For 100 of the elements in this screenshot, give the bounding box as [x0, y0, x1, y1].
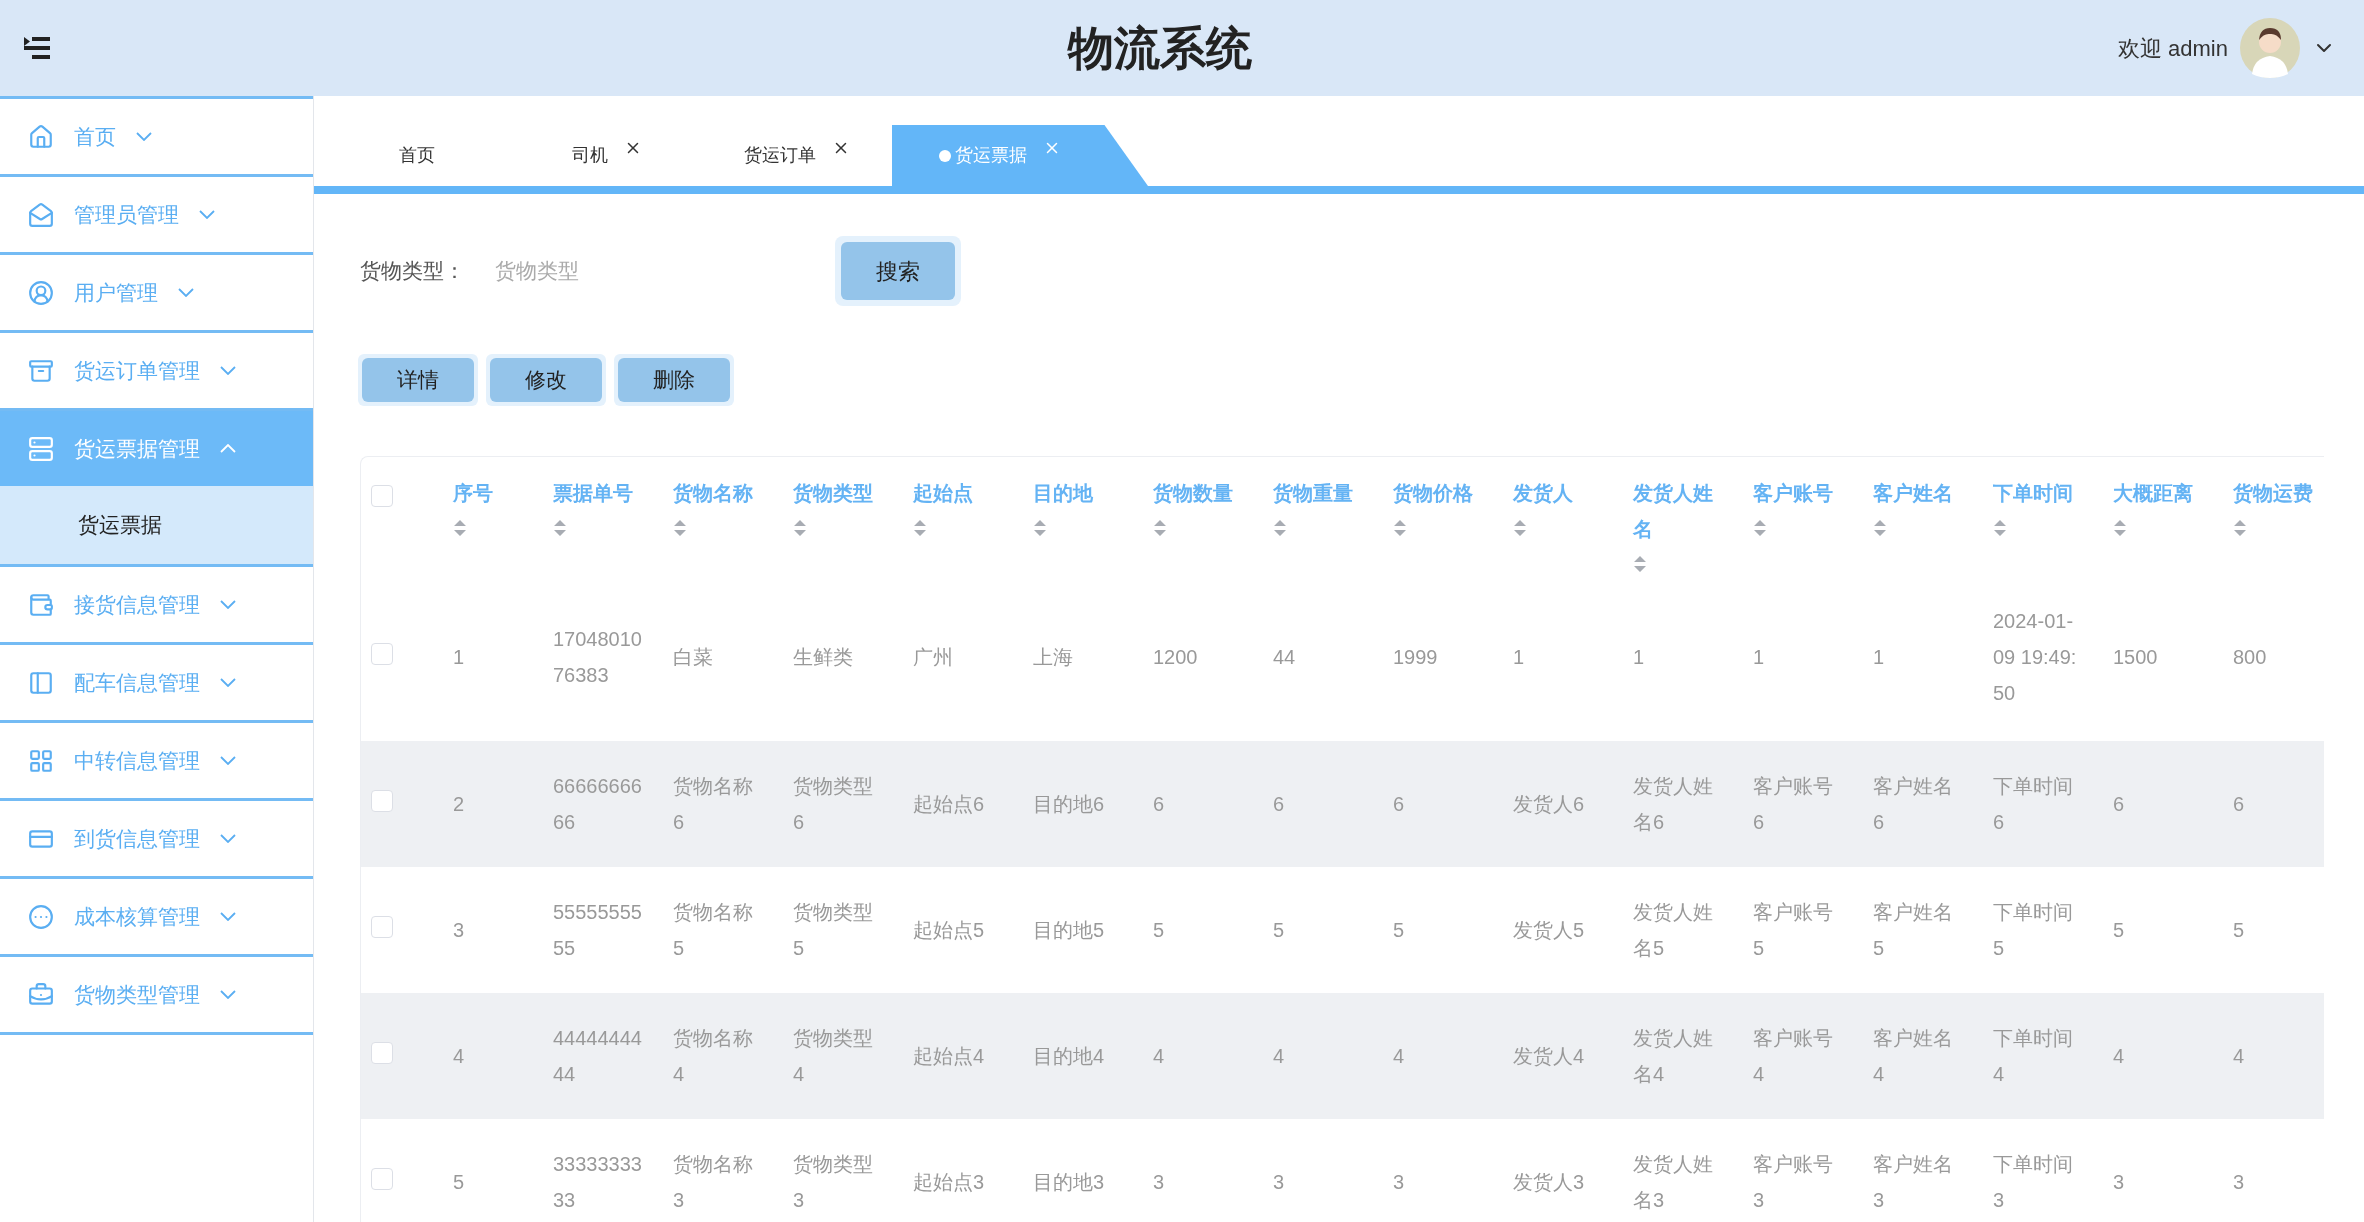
table-cell-text: 1	[453, 645, 466, 670]
column-header: 发货人	[1513, 481, 1573, 506]
table-cell-text: 下单时间3	[1993, 1152, 2074, 1213]
table-cell-text: 4	[1273, 1044, 1286, 1069]
sort-icon[interactable]	[1993, 519, 2007, 537]
table-cell-text: 客户姓名3	[1873, 1152, 1954, 1213]
sort-icon[interactable]	[1513, 519, 1527, 537]
welcome-text: 欢迎 admin	[2117, 34, 2228, 63]
table-cell-text: 6	[1153, 792, 1166, 817]
sort-icon[interactable]	[673, 519, 687, 537]
sort-icon[interactable]	[2233, 519, 2247, 537]
column-header: 下单时间	[1993, 481, 2073, 506]
tab[interactable]: 货运订单	[702, 125, 892, 186]
column-header: 客户姓名	[1873, 481, 1953, 506]
table-cell-text: 目的地3	[1033, 1170, 1106, 1195]
action-button[interactable]: 删除	[618, 358, 730, 402]
chevron-icon	[220, 756, 236, 765]
table-cell-text: 4	[2233, 1044, 2246, 1069]
search-field[interactable]: 货物类型	[495, 247, 815, 295]
search-button[interactable]: 搜索	[841, 242, 955, 300]
table-cell-text: 客户账号3	[1753, 1152, 1834, 1213]
column-header: 目的地	[1033, 481, 1093, 506]
chevron-icon	[220, 444, 236, 453]
table-cell-text: 4	[1153, 1044, 1166, 1069]
avatar[interactable]	[2240, 18, 2300, 78]
table-cell-text: 发货人6	[1513, 792, 1586, 817]
sidebar-item[interactable]: 货运票据管理	[0, 408, 313, 486]
table-cell-text: 起始点4	[913, 1044, 986, 1069]
column-header: 货物类型	[793, 481, 873, 506]
table-cell-text: 货物类型4	[793, 1026, 874, 1087]
table-cell-text: 发货人5	[1513, 918, 1586, 943]
sort-icon[interactable]	[2113, 519, 2127, 537]
table-cell-text: 广州	[913, 645, 954, 670]
sort-icon[interactable]	[453, 519, 467, 537]
table-cell-text: 起始点6	[913, 792, 986, 817]
table-cell-text: 6666666666	[553, 774, 643, 835]
table-cell-text: 发货人姓名4	[1633, 1026, 1714, 1087]
checkbox[interactable]	[371, 789, 393, 812]
sort-icon[interactable]	[793, 519, 807, 537]
checkbox[interactable]	[371, 1041, 393, 1064]
table-cell-text: 1999	[1393, 645, 1439, 670]
column-header: 起始点	[913, 481, 973, 506]
archive-icon	[28, 357, 54, 384]
drawers-icon	[28, 435, 54, 462]
sort-icon[interactable]	[1873, 519, 1887, 537]
table-cell-text: 下单时间5	[1993, 900, 2074, 961]
sort-icon[interactable]	[913, 519, 927, 537]
table-cell-text: 3333333333	[553, 1152, 643, 1213]
table-cell-text: 5	[1153, 918, 1166, 943]
table-cell-text: 4	[453, 1044, 466, 1069]
column-header: 货物运费	[2233, 481, 2313, 506]
table-cell-text: 客户姓名4	[1873, 1026, 1954, 1087]
user-icon	[28, 279, 54, 306]
table-cell-text: 44	[1273, 645, 1297, 670]
sort-icon[interactable]	[1393, 519, 1407, 537]
column-header: 发货人姓名	[1633, 481, 1714, 542]
chevron-icon	[220, 678, 236, 687]
ellipsis-icon	[28, 903, 54, 930]
table-cell-text: 下单时间6	[1993, 774, 2074, 835]
table-cell-text: 1	[1873, 645, 1886, 670]
tab[interactable]: 首页	[322, 125, 512, 186]
tab[interactable]: 司机	[512, 125, 702, 186]
sort-icon[interactable]	[553, 519, 567, 537]
table-cell-text: 客户姓名5	[1873, 900, 1954, 961]
chevron-icon	[199, 210, 215, 219]
table-cell-text: 1	[1753, 645, 1766, 670]
table-cell-text: 货物名称5	[673, 900, 754, 961]
field-label: 货物类型：	[360, 258, 465, 285]
panel-icon	[28, 669, 54, 696]
checkbox[interactable]	[371, 485, 393, 507]
table-cell-text: 起始点5	[913, 918, 986, 943]
table-cell-text: 1	[1633, 645, 1646, 670]
action-button[interactable]: 详情	[362, 358, 474, 402]
tab[interactable]: 货运票据	[892, 125, 1148, 186]
action-button[interactable]: 修改	[490, 358, 602, 402]
chevron-icon	[220, 912, 236, 921]
sort-icon[interactable]	[1273, 519, 1287, 537]
sort-icon[interactable]	[1153, 519, 1167, 537]
table-cell-text: 货物名称3	[673, 1152, 754, 1213]
table-cell-text: 发货人姓名3	[1633, 1152, 1714, 1213]
menu-icon[interactable]	[24, 36, 52, 60]
table-cell-text: 4	[2113, 1044, 2126, 1069]
sort-icon[interactable]	[1753, 519, 1767, 537]
table-cell-text: 目的地4	[1033, 1044, 1106, 1069]
table-cell-text: 起始点3	[913, 1170, 986, 1195]
submenu-item[interactable]: 货运票据	[0, 486, 313, 564]
table-cell-text: 1500	[2113, 645, 2159, 670]
checkbox[interactable]	[371, 642, 393, 665]
table-cell-text: 6	[1393, 792, 1406, 817]
checkbox[interactable]	[371, 915, 393, 938]
sort-icon[interactable]	[1033, 519, 1047, 537]
table-cell-text: 3	[2113, 1170, 2126, 1195]
column-header: 大概距离	[2113, 481, 2193, 506]
table-cell-text: 5	[2233, 918, 2246, 943]
sort-icon[interactable]	[1633, 555, 1647, 573]
checkbox[interactable]	[371, 1167, 393, 1190]
table-cell-text: 3	[453, 918, 466, 943]
table-cell-text: 目的地5	[1033, 918, 1106, 943]
column-header: 序号	[453, 481, 493, 506]
table-cell-text: 1704801076383	[553, 627, 643, 688]
